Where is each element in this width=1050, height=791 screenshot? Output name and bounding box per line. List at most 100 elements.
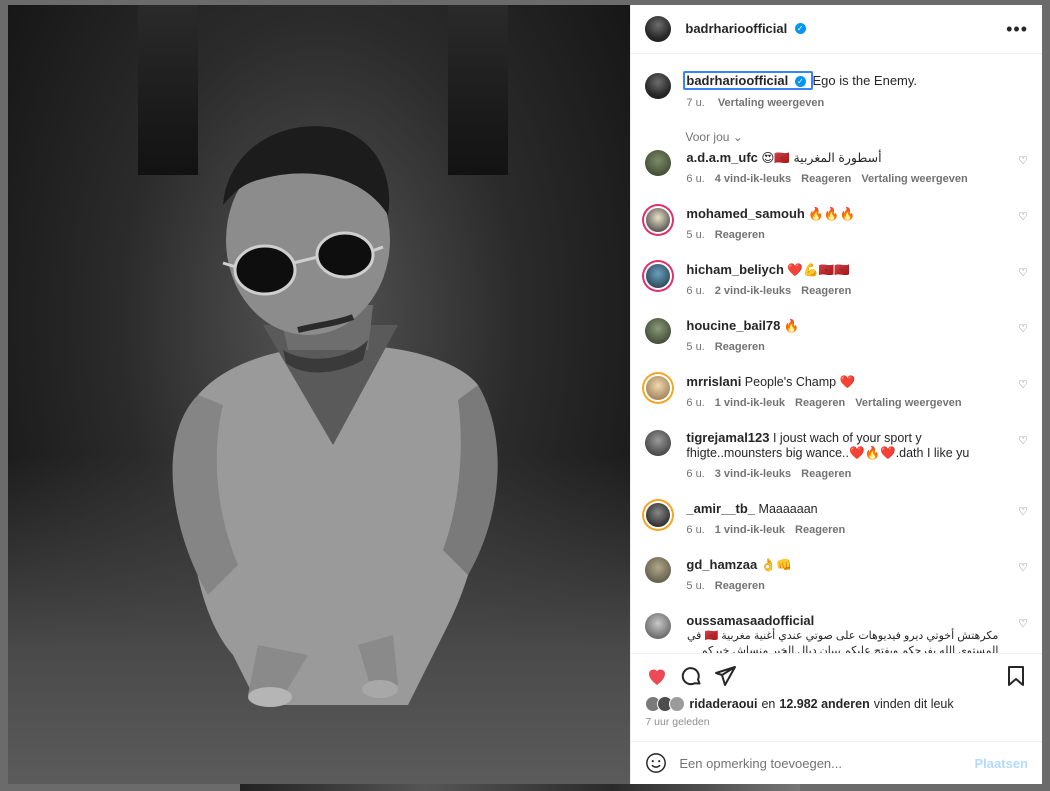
comments-panel: badrharioofficial ✓ ••• badrharioofficia…: [630, 5, 1042, 784]
translate-link[interactable]: Vertaling weergeven: [855, 397, 961, 409]
verified-icon: ✓: [794, 23, 806, 35]
comment-like-count[interactable]: 1 vind-ik-leuk: [715, 397, 785, 409]
sort-dropdown[interactable]: Voor jou ⌄: [685, 130, 1028, 144]
post-comment-button[interactable]: Plaatsen: [975, 756, 1028, 771]
comment-text: 😍🇲🇦 أسطورة المغربية: [761, 151, 882, 165]
comment-like-count[interactable]: 2 vind-ik-leuks: [715, 285, 791, 297]
caption-username-focus[interactable]: badrharioofficial ✓: [683, 71, 813, 90]
comment-like-icon[interactable]: ♡: [1018, 505, 1028, 518]
post-header: badrharioofficial ✓ •••: [631, 5, 1042, 54]
comment-icon[interactable]: [679, 664, 703, 688]
comment-like-icon[interactable]: ♡: [1018, 322, 1028, 335]
heart-icon[interactable]: [645, 664, 669, 688]
comment-item: oussamasaadofficial مكرهتش أخوتي ديرو في…: [645, 613, 1028, 653]
comment-item: a.d.a.m_ufc 😍🇲🇦 أسطورة المغربية 6 u. 4 vin…: [645, 150, 1028, 187]
caption-translate-link[interactable]: Vertaling weergeven: [718, 97, 824, 109]
commenter-username[interactable]: tigrejamal123: [686, 430, 769, 445]
commenter-username[interactable]: houcine_bail78: [686, 318, 780, 333]
sort-label: Voor jou: [685, 130, 730, 144]
commenter-avatar[interactable]: [645, 613, 672, 639]
commenter-avatar[interactable]: [645, 430, 672, 456]
reply-link[interactable]: Reageren: [795, 524, 845, 536]
comment-time: 6 u.: [686, 468, 705, 480]
commenter-avatar[interactable]: [645, 150, 672, 176]
comment-meta: 6 u. 2 vind-ik-leuks Reageren: [686, 284, 998, 299]
comment-item: gd_hamzaa 👌👊 5 u. Reageren ♡: [645, 557, 1028, 594]
reply-link[interactable]: Reageren: [801, 173, 851, 185]
comment-meta: 6 u. 1 vind-ik-leuk Reageren Vertaling weer…: [686, 396, 998, 411]
comment-input[interactable]: Een opmerking toevoegen...: [679, 756, 974, 771]
comment-like-icon[interactable]: ♡: [1018, 266, 1028, 279]
comment-item: tigrejamal123 I joust wach of your sport…: [645, 430, 1028, 482]
comment-text: 🔥: [783, 319, 800, 333]
comment-item: hicham_beliych ❤️💪🇲🇦🇲🇦 6 u. 2 vind-ik-leuk…: [645, 262, 1028, 299]
commenter-avatar[interactable]: [646, 376, 671, 400]
commenter-avatar[interactable]: [645, 318, 672, 344]
post-time: 7 uur geleden: [645, 716, 710, 728]
commenter-username[interactable]: mrrislani: [686, 374, 741, 389]
comment-like-icon[interactable]: ♡: [1018, 154, 1028, 167]
comment-text: 🔥🔥🔥: [808, 207, 856, 221]
commenter-avatar[interactable]: [646, 208, 671, 232]
comment-like-icon[interactable]: ♡: [1018, 617, 1028, 630]
comment-like-icon[interactable]: ♡: [1018, 434, 1028, 447]
reply-link[interactable]: Reageren: [801, 468, 851, 480]
emoji-icon[interactable]: [645, 752, 667, 774]
commenter-username[interactable]: hicham_beliych: [686, 262, 784, 277]
caption-avatar[interactable]: [645, 73, 672, 99]
backdrop-strip: [240, 784, 800, 791]
reply-link[interactable]: Reageren: [715, 580, 765, 592]
commenter-username[interactable]: _amir__tb_: [686, 501, 755, 516]
caption-username[interactable]: badrharioofficial: [686, 73, 788, 88]
commenter-username[interactable]: mohamed_samouh: [686, 206, 804, 221]
post-dialog: badrharioofficial ✓ ••• badrharioofficia…: [8, 5, 1042, 784]
comment-meta: 6 u. 1 vind-ik-leuk Reageren: [686, 523, 998, 538]
comment-time: 6 u.: [686, 524, 705, 536]
comment-time: 5 u.: [686, 580, 705, 592]
comment-like-icon[interactable]: ♡: [1018, 561, 1028, 574]
comment-item: mrrislani People's Champ ❤️ 6 u. 1 vind-ik…: [645, 374, 1028, 411]
reply-link[interactable]: Reageren: [715, 229, 765, 241]
comment-like-icon[interactable]: ♡: [1018, 378, 1028, 391]
bookmark-icon[interactable]: [1004, 664, 1028, 688]
comment-like-count[interactable]: 3 vind-ik-leuks: [715, 468, 791, 480]
reply-link[interactable]: Reageren: [795, 397, 845, 409]
comment-text: ❤️💪🇲🇦🇲🇦: [787, 263, 850, 277]
liker-username[interactable]: ridaderaoui: [689, 697, 757, 711]
commenter-username[interactable]: a.d.a.m_ufc: [686, 150, 758, 165]
post-photo: [8, 5, 631, 784]
commenter-username[interactable]: oussamasaadofficial: [686, 613, 814, 628]
commenter-avatar[interactable]: [646, 264, 671, 288]
comment-meta: 5 u. Reageren: [686, 340, 998, 355]
likes-count[interactable]: 12.982 anderen: [779, 697, 869, 711]
author-avatar[interactable]: [645, 16, 672, 42]
comments-list[interactable]: badrharioofficial ✓ Ego is the Enemy. 7 …: [631, 54, 1042, 653]
commenter-username[interactable]: gd_hamzaa: [686, 557, 757, 572]
author-username[interactable]: badrharioofficial: [685, 21, 787, 36]
comment-like-count[interactable]: 1 vind-ik-leuk: [715, 524, 785, 536]
comment-time: 5 u.: [686, 341, 705, 353]
comment-meta: 5 u. Reageren: [686, 579, 998, 594]
comment-text: Maaaaaan: [758, 502, 818, 516]
reply-link[interactable]: Reageren: [801, 285, 851, 297]
comment-time: 6 u.: [686, 285, 705, 297]
reply-link[interactable]: Reageren: [715, 341, 765, 353]
commenter-avatar[interactable]: [645, 557, 672, 583]
comment-like-count[interactable]: 4 vind-ik-leuks: [715, 173, 791, 185]
likes-suffix: vinden dit leuk: [873, 697, 954, 711]
share-icon[interactable]: [713, 664, 737, 688]
caption-time: 7 u.: [686, 97, 705, 109]
comment-item: mohamed_samouh 🔥🔥🔥 5 u. Reageren ♡: [645, 206, 1028, 243]
commenter-avatar[interactable]: [646, 503, 671, 527]
liker-avatars[interactable]: [645, 696, 686, 712]
comment-item: _amir__tb_ Maaaaaan 6 u. 1 vind-ik-leuk Rea…: [645, 501, 1028, 538]
translate-link[interactable]: Vertaling weergeven: [861, 173, 967, 185]
comment-text: مكرهتش أخوتي ديرو فيديوهات على صوتي عندي…: [687, 630, 999, 653]
comment-like-icon[interactable]: ♡: [1018, 210, 1028, 223]
comment-time: 6 u.: [686, 173, 705, 185]
likes-summary: ridaderaoui en 12.982 anderen vinden dit…: [645, 696, 1028, 712]
verified-icon: ✓: [794, 76, 806, 88]
chevron-down-icon: ⌄: [732, 130, 743, 144]
more-options-icon[interactable]: •••: [1006, 19, 1028, 40]
comment-time: 5 u.: [686, 229, 705, 241]
